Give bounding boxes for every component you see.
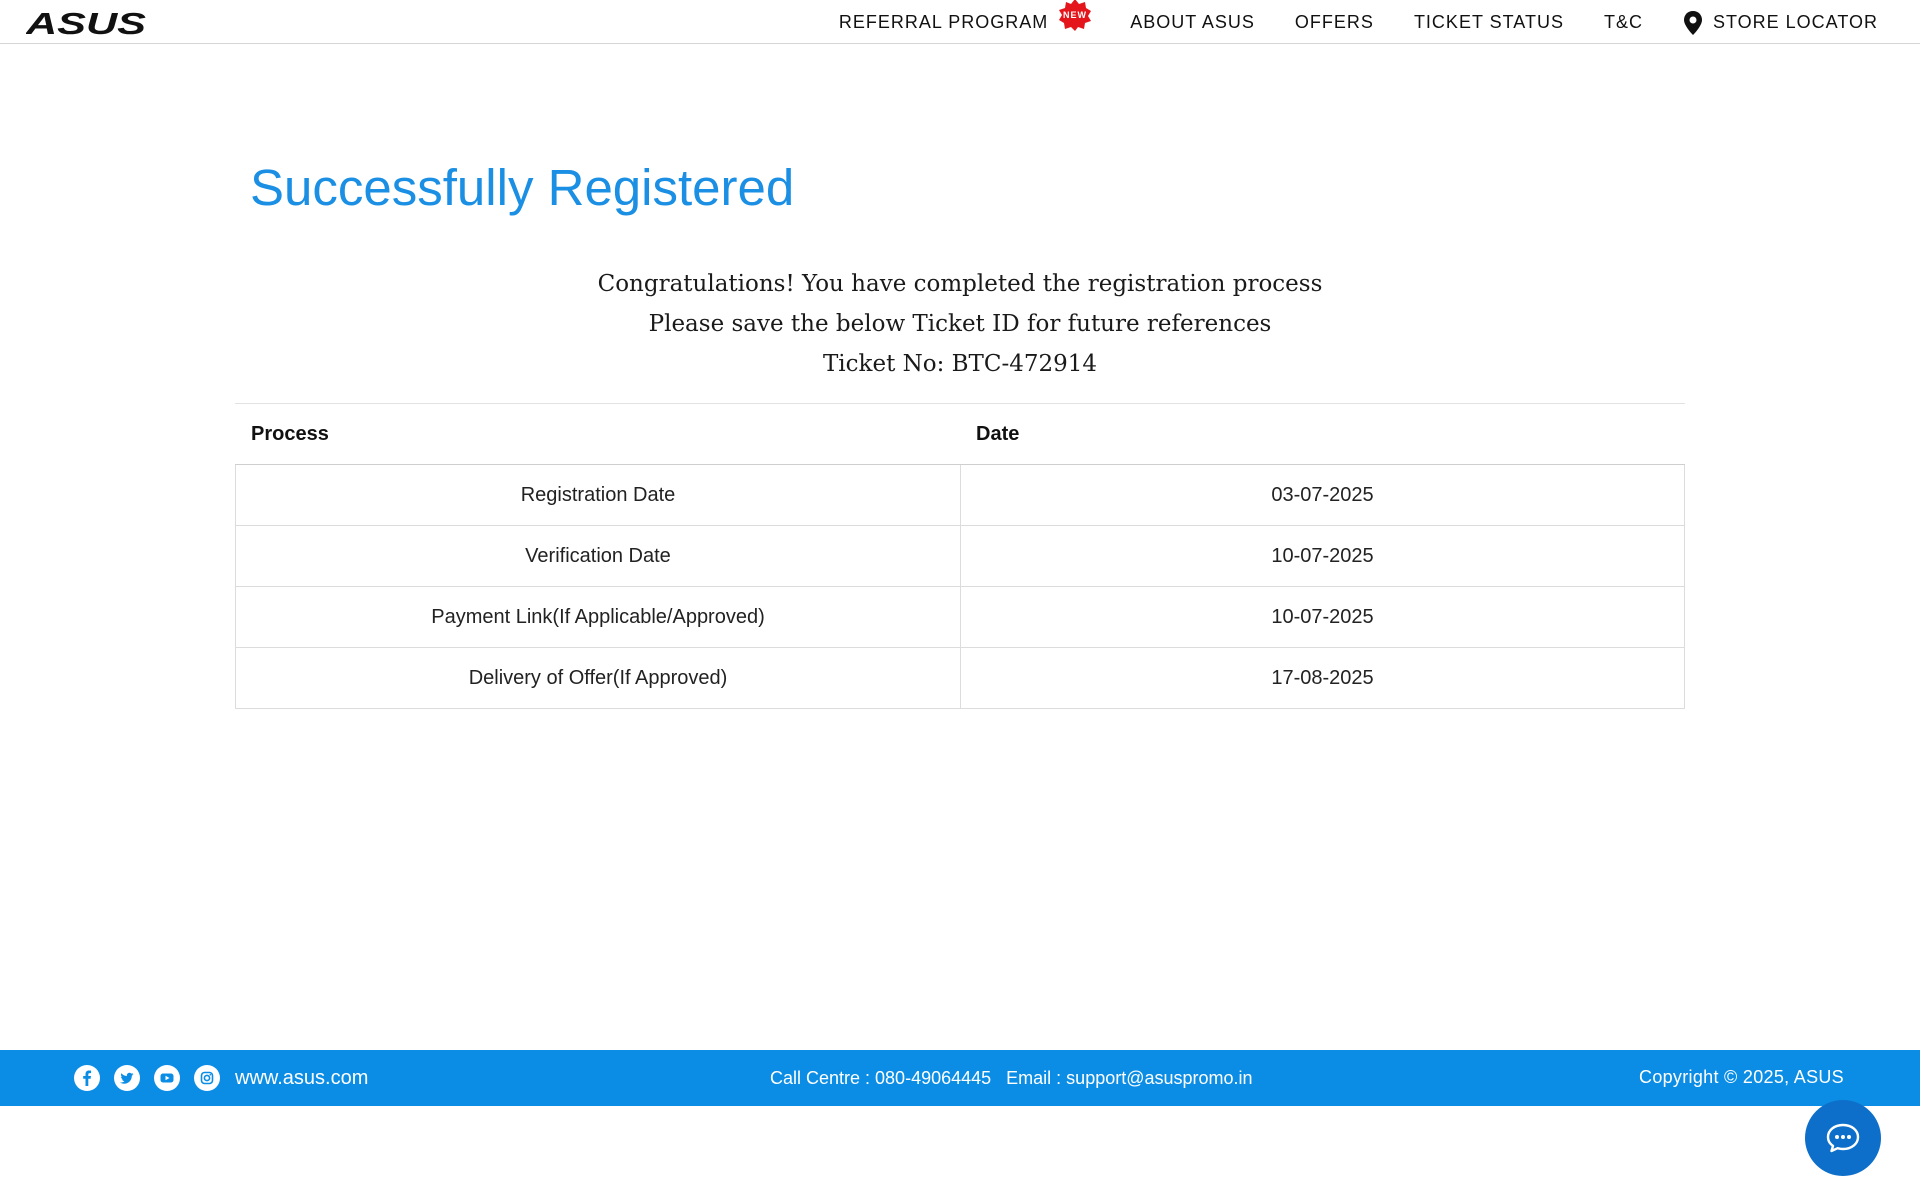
new-badge-icon: NEW (1059, 0, 1092, 31)
asus-logo[interactable]: ASUS (26, 9, 148, 36)
process-cell: Registration Date (520, 483, 676, 506)
svg-text:NEW: NEW (1063, 10, 1087, 20)
instagram-icon[interactable] (194, 1065, 220, 1091)
site-footer: www.asus.com Call Centre : 080-49064445 … (0, 1050, 1920, 1106)
nav-offers[interactable]: OFFERS (1295, 10, 1374, 33)
twitter-icon[interactable] (114, 1065, 140, 1091)
date-cell: 10-07-2025 (960, 526, 1684, 586)
top-nav: REFERRAL PROGRAM NEW ABOUT ASUS OFFERS T… (839, 0, 1920, 43)
ticket-number: Ticket No: BTC-472914 (822, 351, 1098, 377)
contact-info: Call Centre : 080-49064445 Email : suppo… (770, 1068, 1263, 1089)
nav-about-asus[interactable]: ABOUT ASUS (1130, 10, 1255, 33)
nav-referral-label: REFERRAL PROGRAM (838, 12, 1049, 32)
location-pin-icon (1683, 11, 1702, 35)
chat-button[interactable] (1805, 1100, 1881, 1176)
chat-bubble-icon (1826, 1123, 1860, 1153)
nav-ticket-status[interactable]: TICKET STATUS (1414, 10, 1564, 33)
process-table: Process Date Registration Date 03-07-202… (235, 403, 1685, 709)
column-header-date: Date (976, 422, 1020, 445)
table-row: Registration Date 03-07-2025 (236, 465, 1684, 526)
process-cell: Delivery of Offer(If Approved) (468, 666, 728, 689)
table-header: Process Date (235, 404, 1685, 465)
message-line: Please save the below Ticket ID for futu… (648, 311, 1272, 337)
support-email[interactable]: Email : support@asuspromo.in (1006, 1068, 1252, 1088)
page-title: Successfully Registered (250, 159, 795, 216)
site-header: ASUS REFERRAL PROGRAM NEW ABOUT ASUS OFF… (0, 0, 1920, 44)
copyright: Copyright © 2025, ASUS (1639, 1067, 1844, 1087)
confirmation-message: Congratulations! You have completed the … (235, 264, 1685, 384)
nav-store-locator[interactable]: STORE LOCATOR (1683, 10, 1878, 35)
process-cell: Payment Link(If Applicable/Approved) (431, 605, 765, 628)
process-cell: Verification Date (525, 544, 671, 567)
date-cell: 03-07-2025 (960, 465, 1684, 525)
nav-tc[interactable]: T&C (1604, 10, 1643, 33)
date-cell: 17-08-2025 (960, 648, 1684, 708)
table-row: Delivery of Offer(If Approved) 17-08-202… (236, 648, 1684, 709)
column-header-process: Process (251, 422, 329, 445)
date-cell: 10-07-2025 (960, 587, 1684, 647)
call-centre: Call Centre : 080-49064445 (770, 1068, 992, 1088)
facebook-icon[interactable] (74, 1065, 100, 1091)
table-row: Verification Date 10-07-2025 (236, 526, 1684, 587)
nav-referral-program[interactable]: REFERRAL PROGRAM NEW (838, 0, 1092, 33)
svg-text:ASUS: ASUS (26, 9, 146, 36)
nav-store-locator-label: STORE LOCATOR (1712, 12, 1878, 32)
table-row: Payment Link(If Applicable/Approved) 10-… (236, 587, 1684, 648)
social-links (74, 1065, 234, 1091)
table-body: Registration Date 03-07-2025 Verificatio… (235, 465, 1685, 709)
youtube-icon[interactable] (154, 1065, 180, 1091)
message-line: Congratulations! You have completed the … (597, 271, 1323, 297)
asus-website-link[interactable]: www.asus.com (235, 1067, 368, 1090)
